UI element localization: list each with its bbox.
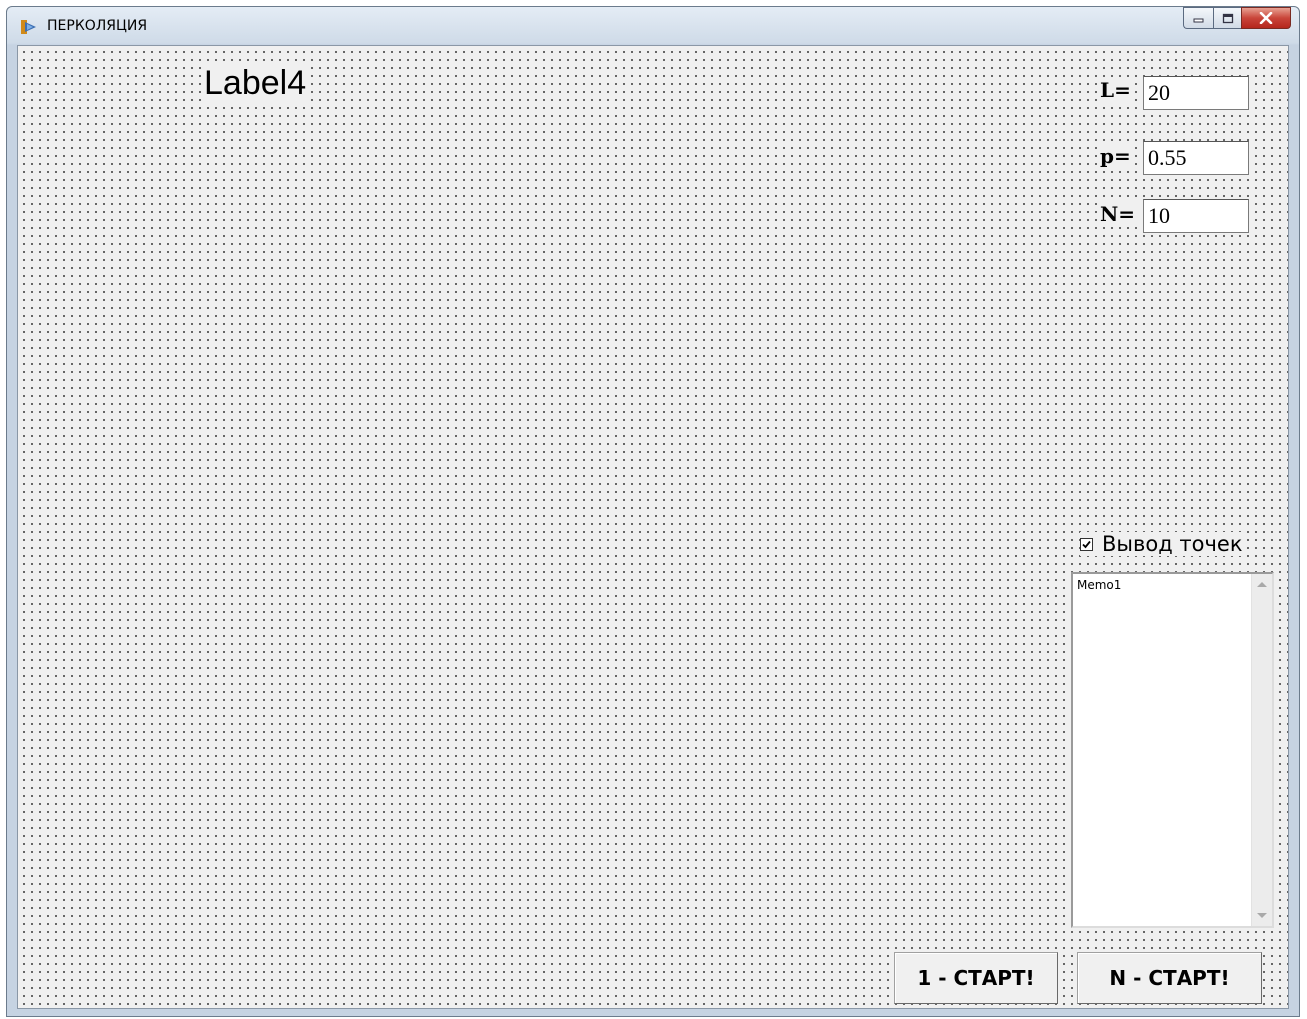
app-window: ПЕРКОЛЯЦИЯ Label4 L= 20 p= 0.55 N= 10 Вы… bbox=[6, 6, 1300, 1017]
form-client-area: Label4 L= 20 p= 0.55 N= 10 Вывод точек M… bbox=[17, 45, 1289, 1009]
l-label: L= bbox=[1098, 78, 1133, 102]
memo-text: Memo1 bbox=[1077, 578, 1122, 592]
scroll-down-arrow-icon[interactable] bbox=[1257, 913, 1267, 918]
start-n-button[interactable]: N - СТАРТ! bbox=[1077, 952, 1262, 1004]
p-input[interactable]: 0.55 bbox=[1143, 141, 1249, 175]
minimize-icon bbox=[1193, 18, 1203, 23]
close-icon bbox=[1259, 12, 1273, 24]
close-button[interactable] bbox=[1241, 7, 1291, 29]
memo-scrollbar[interactable] bbox=[1251, 574, 1272, 926]
title-bar[interactable]: ПЕРКОЛЯЦИЯ bbox=[7, 7, 1299, 45]
maximize-button[interactable] bbox=[1213, 7, 1241, 29]
start-one-button[interactable]: 1 - СТАРТ! bbox=[894, 952, 1058, 1004]
output-points-label: Вывод точек bbox=[1102, 532, 1243, 556]
maximize-icon bbox=[1222, 13, 1233, 23]
l-input[interactable]: 20 bbox=[1143, 76, 1249, 110]
output-points-checkbox-row[interactable]: Вывод точек bbox=[1080, 532, 1247, 556]
label4: Label4 bbox=[202, 64, 309, 103]
p-label: p= bbox=[1098, 144, 1133, 168]
checkmark-icon bbox=[1082, 540, 1091, 548]
app-icon bbox=[21, 20, 36, 34]
scroll-up-arrow-icon[interactable] bbox=[1257, 582, 1267, 587]
output-points-checkbox[interactable] bbox=[1080, 537, 1093, 551]
window-title: ПЕРКОЛЯЦИЯ bbox=[47, 18, 148, 34]
minimize-button[interactable] bbox=[1183, 7, 1213, 29]
window-controls bbox=[1183, 7, 1291, 29]
n-label: N= bbox=[1098, 202, 1138, 226]
memo-textarea[interactable]: Memo1 bbox=[1071, 572, 1274, 928]
n-input[interactable]: 10 bbox=[1143, 199, 1249, 233]
